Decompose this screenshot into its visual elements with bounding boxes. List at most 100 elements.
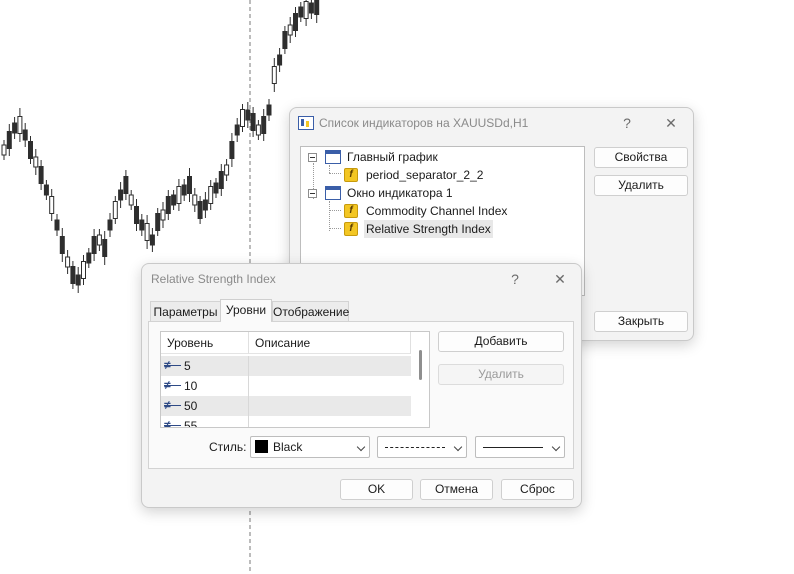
candle-body	[22, 129, 28, 141]
candle-body	[213, 182, 219, 194]
candle-body	[303, 1, 309, 19]
candle-body	[165, 196, 171, 214]
tree-node-cci[interactable]: f Commodity Channel Index	[301, 202, 521, 220]
candle-body	[123, 176, 129, 194]
tab-display[interactable]: Отображение	[272, 301, 349, 322]
chart-window-icon	[325, 186, 341, 200]
rsi-dialog-help-button[interactable]: ?	[504, 269, 526, 289]
dashed-line-icon	[385, 447, 445, 448]
line-style-select[interactable]	[377, 436, 467, 458]
level-line-icon: ≠	[164, 379, 181, 392]
ok-button[interactable]: OK	[340, 479, 413, 500]
level-line-icon: ≠	[164, 399, 181, 412]
close-list-button[interactable]: Закрыть	[594, 311, 688, 332]
candle-body	[234, 124, 240, 136]
table-row[interactable]: ≠ 10	[161, 376, 411, 396]
candle-body	[28, 141, 33, 159]
line-width-select[interactable]	[475, 436, 565, 458]
candle-body	[187, 176, 192, 194]
candle-body	[261, 116, 267, 134]
candle-body	[107, 219, 113, 231]
candle-body	[54, 219, 60, 231]
candle-body	[293, 13, 298, 31]
candle-body	[176, 186, 182, 204]
level-description[interactable]	[248, 396, 249, 416]
indicator-icon: f	[344, 168, 358, 182]
candle-body	[250, 113, 256, 131]
candle-body	[75, 274, 81, 286]
color-swatch	[255, 440, 268, 453]
level-value: 10	[184, 379, 198, 393]
chevron-down-icon	[551, 442, 561, 452]
indicator-list-close-button[interactable]: ✕	[660, 113, 682, 133]
candle-body	[192, 194, 198, 206]
style-label: Стиль:	[209, 440, 247, 454]
candle-body	[96, 234, 102, 246]
tree-node-rsi[interactable]: f Relative Strength Index	[301, 220, 501, 238]
candle-body	[6, 131, 12, 149]
candle-body	[49, 196, 55, 214]
candle-body	[208, 186, 214, 204]
add-level-button[interactable]: Добавить	[438, 331, 564, 352]
candle-body	[112, 201, 118, 219]
tree-node-period-separator[interactable]: f period_separator_2_2	[301, 166, 521, 184]
level-value: 55	[184, 419, 198, 428]
rsi-dialog-close-button[interactable]: ✕	[549, 269, 571, 289]
collapse-icon[interactable]	[308, 189, 317, 198]
tree-node-main-chart[interactable]: Главный график	[301, 148, 501, 166]
tree-node-indicator-window[interactable]: Окно индикатора 1	[301, 184, 501, 202]
chevron-down-icon	[356, 442, 366, 452]
indicator-list-title: Список индикаторов на XAUUSDd,H1	[319, 116, 529, 130]
candle-body	[240, 109, 245, 127]
column-header-description[interactable]: Описание	[249, 332, 411, 354]
levels-table[interactable]: Уровень Описание ≠ 5 ≠ 10 ≠ 50 ≠ 55	[160, 331, 430, 428]
indicator-list-app-icon	[298, 116, 314, 130]
candle-body	[91, 236, 97, 254]
color-select[interactable]: Black	[250, 436, 370, 458]
delete-indicator-button[interactable]: Удалить	[594, 175, 688, 196]
candle-body	[1, 144, 7, 156]
table-row[interactable]: ≠ 5	[161, 356, 411, 376]
tab-levels[interactable]: Уровни	[220, 299, 272, 322]
candle-body	[314, 0, 320, 15]
color-select-value: Black	[273, 440, 303, 454]
candle-body	[282, 31, 288, 49]
candle-body	[224, 164, 230, 176]
tab-parameters[interactable]: Параметры	[150, 301, 221, 322]
candle-body	[271, 66, 277, 84]
table-scrollbar[interactable]	[419, 350, 422, 380]
table-row[interactable]: ≠ 50	[161, 396, 411, 416]
level-value: 50	[184, 399, 198, 413]
reset-button[interactable]: Сброс	[501, 479, 574, 500]
properties-button[interactable]: Свойства	[594, 147, 688, 168]
indicator-list-help-button[interactable]: ?	[616, 113, 638, 133]
tree-node-label: Главный график	[347, 150, 438, 164]
table-row[interactable]: ≠ 55	[161, 416, 411, 428]
level-description[interactable]	[248, 416, 249, 427]
tree-node-label: Commodity Channel Index	[366, 204, 508, 218]
column-header-level[interactable]: Уровень	[161, 332, 249, 354]
candle-body	[160, 209, 166, 221]
candle-body	[65, 256, 71, 268]
candle-body	[255, 124, 261, 136]
candle-body	[277, 54, 283, 66]
candle-body	[218, 171, 224, 189]
level-description[interactable]	[248, 376, 249, 396]
collapse-icon[interactable]	[308, 153, 317, 162]
candle-body	[118, 189, 124, 201]
level-value: 5	[184, 359, 191, 373]
rsi-dialog-titlebar[interactable]: Relative Strength Index ? ✕	[142, 264, 581, 294]
indicator-list-titlebar[interactable]: Список индикаторов на XAUUSDd,H1 ? ✕	[290, 108, 693, 138]
tree-node-label: period_separator_2_2	[366, 168, 484, 182]
candle-body	[229, 141, 235, 159]
level-description[interactable]	[248, 356, 249, 376]
candle-body	[171, 194, 177, 206]
candle-body	[149, 234, 155, 246]
candle-body	[266, 104, 272, 116]
candle-body	[43, 184, 49, 196]
chart-window-icon	[325, 150, 341, 164]
cancel-button[interactable]: Отмена	[420, 479, 493, 500]
delete-level-button[interactable]: Удалить	[438, 364, 564, 385]
solid-line-icon	[483, 447, 543, 448]
candle-body	[139, 219, 145, 231]
